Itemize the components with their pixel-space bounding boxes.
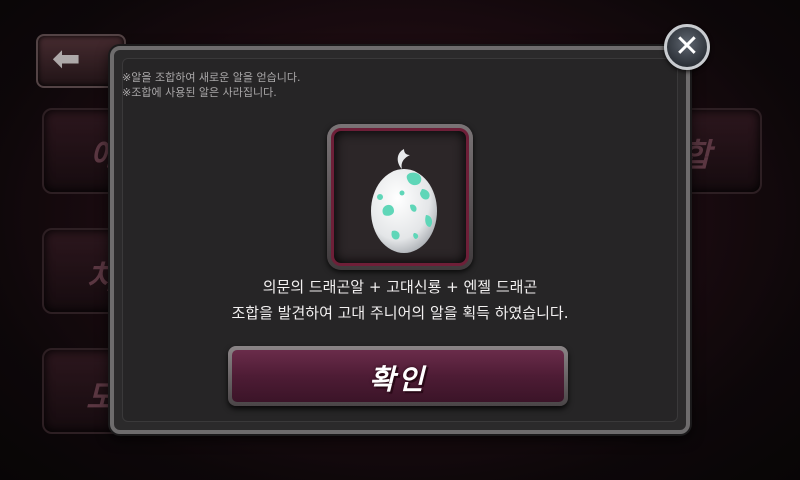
result-item-slot xyxy=(327,124,473,270)
result-message-line-2: 조합을 발견하여 고대 주니어의 알을 획득 하였습니다. xyxy=(231,304,569,322)
note-line-1: ※알을 조합하여 새로운 알을 얻습니다. xyxy=(122,71,301,84)
confirm-button-face: 확인 xyxy=(232,350,564,402)
dialog-notes: ※알을 조합하여 새로운 알을 얻습니다. ※조합에 사용된 알은 사라집니다. xyxy=(122,70,301,100)
result-message-line-1: 의문의 드래곤알 + 고대신룡 + 엔젤 드래곤 xyxy=(262,278,538,296)
result-item-frame xyxy=(331,128,469,266)
note-line-2: ※조합에 사용된 알은 사라집니다. xyxy=(122,86,277,99)
close-button[interactable]: ✕ xyxy=(664,24,710,70)
confirm-button-label: 확인 xyxy=(369,363,427,396)
close-icon: ✕ xyxy=(674,29,700,64)
confirm-button[interactable]: 확인 xyxy=(228,346,568,406)
dragon-egg-icon xyxy=(371,149,437,253)
